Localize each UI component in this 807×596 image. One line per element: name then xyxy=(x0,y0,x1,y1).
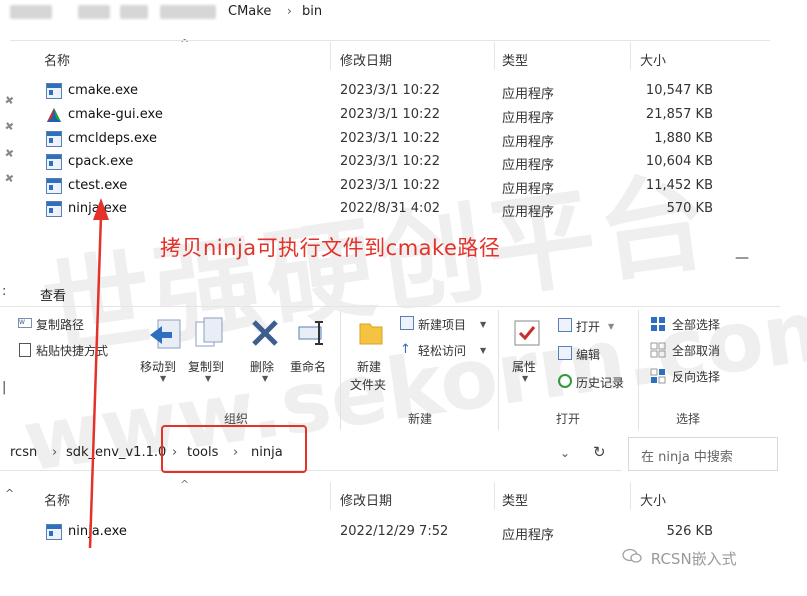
wechat-watermark: RCSN嵌入式 xyxy=(622,548,737,569)
wechat-icon xyxy=(622,548,642,568)
wechat-account-name: RCSN嵌入式 xyxy=(650,550,737,568)
annotation-arrow xyxy=(88,198,109,549)
